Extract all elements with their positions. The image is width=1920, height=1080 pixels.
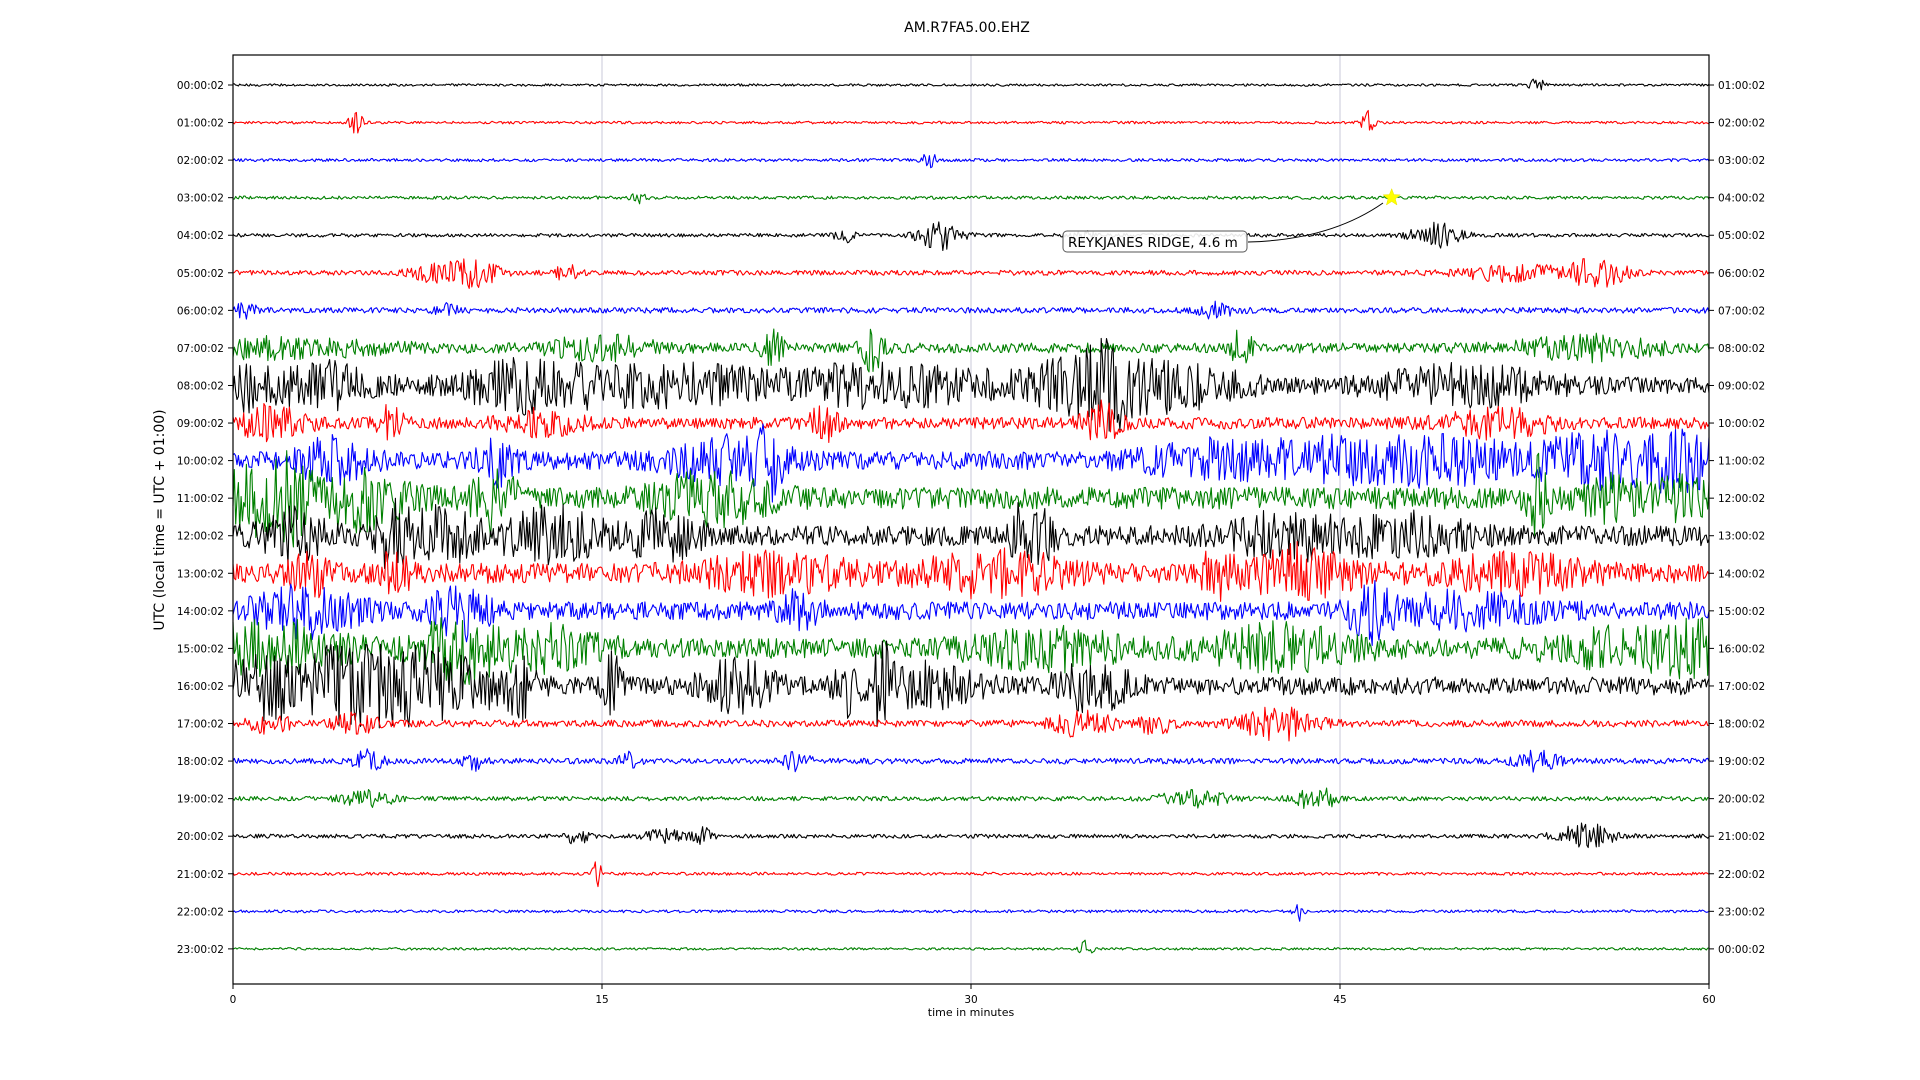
left-time-label: 17:00:02 bbox=[177, 719, 224, 731]
x-tick-label: 0 bbox=[230, 994, 237, 1006]
left-time-label: 06:00:02 bbox=[177, 305, 224, 317]
left-time-label: 02:00:02 bbox=[177, 155, 224, 167]
right-time-label: 06:00:02 bbox=[1718, 268, 1765, 280]
right-time-label: 15:00:02 bbox=[1718, 606, 1765, 618]
right-time-label: 02:00:02 bbox=[1718, 118, 1765, 130]
right-time-label: 03:00:02 bbox=[1718, 155, 1765, 167]
right-time-label: 21:00:02 bbox=[1718, 831, 1765, 843]
x-tick-label: 15 bbox=[595, 994, 608, 1006]
left-time-label: 14:00:02 bbox=[177, 606, 224, 618]
right-time-label: 09:00:02 bbox=[1718, 380, 1765, 392]
right-time-label: 17:00:02 bbox=[1718, 681, 1765, 693]
left-time-label: 18:00:02 bbox=[177, 756, 224, 768]
right-time-label: 14:00:02 bbox=[1718, 568, 1765, 580]
right-time-label: 23:00:02 bbox=[1718, 906, 1765, 918]
right-time-label: 19:00:02 bbox=[1718, 756, 1765, 768]
right-time-label: 01:00:02 bbox=[1718, 80, 1765, 92]
left-time-label: 05:00:02 bbox=[177, 268, 224, 280]
right-time-labels: 01:00:02 02:00:02 03:00:02 04:00:02 05:00:02… bbox=[1709, 80, 1765, 956]
left-time-label: 12:00:02 bbox=[177, 531, 224, 543]
right-time-label: 18:00:02 bbox=[1718, 719, 1765, 731]
annotation-label: REYKJANES RIDGE, 4.6 m bbox=[1068, 235, 1238, 251]
left-time-label: 23:00:02 bbox=[177, 944, 224, 956]
x-tick-label: 45 bbox=[1333, 994, 1346, 1006]
right-time-label: 10:00:02 bbox=[1718, 418, 1765, 430]
x-tick-label: 30 bbox=[964, 994, 977, 1006]
left-time-label: 08:00:02 bbox=[177, 380, 224, 392]
left-time-label: 19:00:02 bbox=[177, 794, 224, 806]
vertical-gridlines bbox=[601, 55, 1341, 984]
left-time-label: 10:00:02 bbox=[177, 456, 224, 468]
y-axis-label: UTC (local time = UTC + 01:00) bbox=[152, 409, 168, 630]
right-time-label: 13:00:02 bbox=[1718, 531, 1765, 543]
right-time-label: 12:00:02 bbox=[1718, 493, 1765, 505]
left-time-label: 03:00:02 bbox=[177, 193, 224, 205]
left-time-label: 11:00:02 bbox=[177, 493, 224, 505]
left-time-label: 13:00:02 bbox=[177, 568, 224, 580]
left-time-label: 04:00:02 bbox=[177, 230, 224, 242]
left-time-label: 01:00:02 bbox=[177, 118, 224, 130]
x-axis-label: time in minutes bbox=[928, 1006, 1015, 1019]
left-time-label: 16:00:02 bbox=[177, 681, 224, 693]
right-time-label: 00:00:02 bbox=[1718, 944, 1765, 956]
left-time-label: 07:00:02 bbox=[177, 343, 224, 355]
left-time-label: 22:00:02 bbox=[177, 906, 224, 918]
right-time-label: 11:00:02 bbox=[1718, 456, 1765, 468]
right-time-label: 07:00:02 bbox=[1718, 305, 1765, 317]
right-time-label: 16:00:02 bbox=[1718, 643, 1765, 655]
left-time-label: 15:00:02 bbox=[177, 643, 224, 655]
right-time-label: 04:00:02 bbox=[1718, 193, 1765, 205]
right-time-label: 08:00:02 bbox=[1718, 343, 1765, 355]
left-time-label: 21:00:02 bbox=[177, 869, 224, 881]
right-time-label: 20:00:02 bbox=[1718, 794, 1765, 806]
chart-title: AM.R7FA5.00.EHZ bbox=[904, 20, 1030, 36]
left-time-label: 20:00:02 bbox=[177, 831, 224, 843]
x-tick-label: 60 bbox=[1702, 994, 1715, 1006]
left-time-label: 09:00:02 bbox=[177, 418, 224, 430]
left-time-label: 00:00:02 bbox=[177, 80, 224, 92]
event-star-marker bbox=[1382, 187, 1401, 206]
left-time-labels: 00:00:02 01:00:02 02:00:02 03:00:02 04:00:02… bbox=[177, 80, 233, 956]
right-time-label: 22:00:02 bbox=[1718, 869, 1765, 881]
seismogram-chart: AM.R7FA5.00.EHZ 00:00:02 01:00:02 02:00:02… bbox=[152, 20, 1765, 1019]
x-axis-ticks: 0 15 30 45 60 bbox=[230, 984, 1716, 1006]
right-time-label: 05:00:02 bbox=[1718, 230, 1765, 242]
